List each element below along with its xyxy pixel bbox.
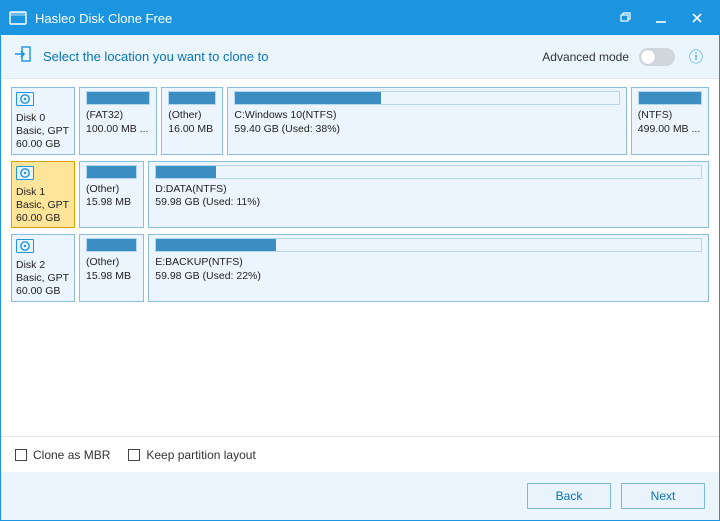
help-icon[interactable]: ⓘ <box>685 47 707 67</box>
disk-partitions: (Other)15.98 MBD:DATA(NTFS)59.98 GB (Use… <box>79 161 709 229</box>
advanced-mode-label: Advanced mode <box>542 50 629 64</box>
partition-usage-bar <box>168 91 216 105</box>
disk-partitions: (FAT32)100.00 MB ...(Other)16.00 MBC:Win… <box>79 87 709 155</box>
partition-label: D:DATA(NTFS) <box>155 183 702 197</box>
disk-type: Basic, GPT <box>16 272 70 285</box>
disk-row: Disk 1Basic, GPT60.00 GB(Other)15.98 MBD… <box>11 161 709 229</box>
partition-usage-bar <box>86 238 137 252</box>
clone-as-mbr-label: Clone as MBR <box>33 448 110 462</box>
disk-size: 60.00 GB <box>16 285 70 298</box>
partition-label: (Other) <box>86 183 137 197</box>
options-row: Clone as MBR Keep partition layout <box>1 436 719 472</box>
restore-button[interactable] <box>611 4 639 32</box>
clone-as-mbr-checkbox[interactable]: Clone as MBR <box>15 448 110 462</box>
partition[interactable]: C:Windows 10(NTFS)59.40 GB (Used: 38%) <box>227 87 626 155</box>
partition-size: 499.00 MB ... <box>638 123 702 137</box>
window-title: Hasleo Disk Clone Free <box>35 11 603 26</box>
partition-usage-bar <box>638 91 702 105</box>
disk-header[interactable]: Disk 2Basic, GPT60.00 GB <box>11 234 75 302</box>
partition-label: (FAT32) <box>86 109 150 123</box>
partition-size: 59.98 GB (Used: 11%) <box>155 196 702 210</box>
partition-usage-bar <box>155 238 702 252</box>
titlebar: Hasleo Disk Clone Free <box>1 1 719 35</box>
minimize-button[interactable] <box>647 4 675 32</box>
disk-partitions: (Other)15.98 MBE:BACKUP(NTFS)59.98 GB (U… <box>79 234 709 302</box>
disk-icon <box>16 92 70 110</box>
disk-row: Disk 0Basic, GPT60.00 GB(FAT32)100.00 MB… <box>11 87 709 155</box>
disk-size: 60.00 GB <box>16 138 70 151</box>
partition[interactable]: (Other)15.98 MB <box>79 234 144 302</box>
app-window: Hasleo Disk Clone Free Select the locati… <box>0 0 720 521</box>
keep-partition-layout-checkbox[interactable]: Keep partition layout <box>128 448 255 462</box>
partition-size: 15.98 MB <box>86 196 137 210</box>
disk-icon <box>16 166 70 184</box>
checkbox-box <box>128 449 140 461</box>
partition-label: C:Windows 10(NTFS) <box>234 109 619 123</box>
partition-size: 59.98 GB (Used: 22%) <box>155 270 702 284</box>
checkbox-box <box>15 449 27 461</box>
advanced-mode-toggle[interactable] <box>639 48 675 66</box>
disk-name: Disk 1 <box>16 186 70 199</box>
partition[interactable]: (Other)15.98 MB <box>79 161 144 229</box>
partition-label: (NTFS) <box>638 109 702 123</box>
partition-size: 59.40 GB (Used: 38%) <box>234 123 619 137</box>
disks-area: Disk 0Basic, GPT60.00 GB(FAT32)100.00 MB… <box>1 79 719 436</box>
disk-header[interactable]: Disk 1Basic, GPT60.00 GB <box>11 161 75 229</box>
keep-partition-layout-label: Keep partition layout <box>146 448 255 462</box>
target-icon <box>13 44 33 69</box>
next-button[interactable]: Next <box>621 483 705 509</box>
close-button[interactable] <box>683 4 711 32</box>
partition-size: 16.00 MB <box>168 123 216 137</box>
partition-usage-bar <box>155 165 702 179</box>
disk-size: 60.00 GB <box>16 212 70 225</box>
partition-size: 15.98 MB <box>86 270 137 284</box>
partition[interactable]: D:DATA(NTFS)59.98 GB (Used: 11%) <box>148 161 709 229</box>
partition[interactable]: (FAT32)100.00 MB ... <box>79 87 157 155</box>
partition-size: 100.00 MB ... <box>86 123 150 137</box>
disk-type: Basic, GPT <box>16 199 70 212</box>
app-icon <box>9 9 27 27</box>
instruction-row: Select the location you want to clone to… <box>1 35 719 79</box>
disk-header[interactable]: Disk 0Basic, GPT60.00 GB <box>11 87 75 155</box>
disk-icon <box>16 239 70 257</box>
back-button[interactable]: Back <box>527 483 611 509</box>
partition-usage-bar <box>234 91 619 105</box>
disk-name: Disk 0 <box>16 112 70 125</box>
partition-usage-bar <box>86 165 137 179</box>
partition[interactable]: (NTFS)499.00 MB ... <box>631 87 709 155</box>
disk-name: Disk 2 <box>16 259 70 272</box>
disk-row: Disk 2Basic, GPT60.00 GB(Other)15.98 MBE… <box>11 234 709 302</box>
disk-type: Basic, GPT <box>16 125 70 138</box>
partition-label: E:BACKUP(NTFS) <box>155 256 702 270</box>
partition-usage-bar <box>86 91 150 105</box>
partition[interactable]: (Other)16.00 MB <box>161 87 223 155</box>
partition-label: (Other) <box>168 109 216 123</box>
instruction-text: Select the location you want to clone to <box>43 49 532 64</box>
partition[interactable]: E:BACKUP(NTFS)59.98 GB (Used: 22%) <box>148 234 709 302</box>
footer: Back Next <box>1 472 719 520</box>
partition-label: (Other) <box>86 256 137 270</box>
